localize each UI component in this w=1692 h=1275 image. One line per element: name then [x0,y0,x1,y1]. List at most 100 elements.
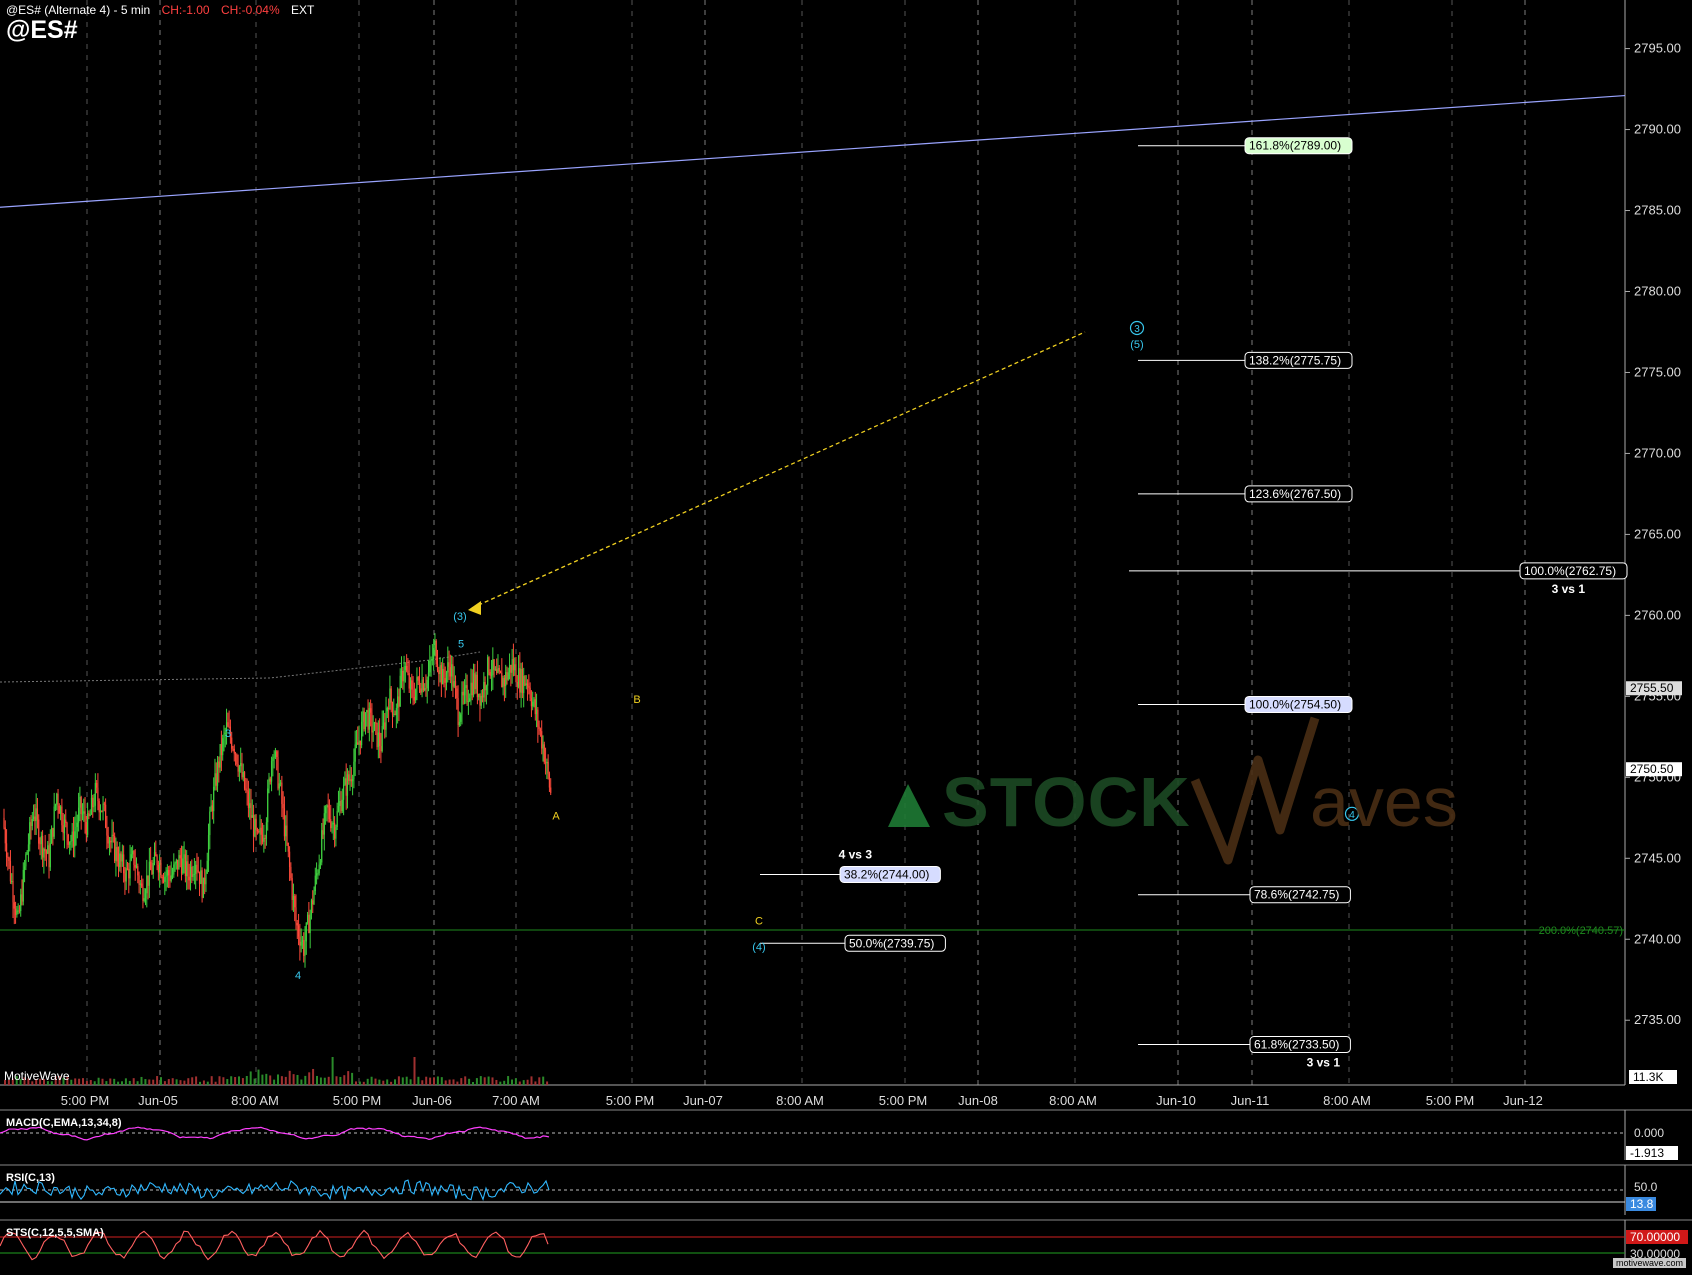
candle-body [44,849,46,852]
candle-body [424,688,426,691]
candle-body [514,664,516,671]
volume-bar [526,1079,529,1085]
candle-body [306,914,309,923]
candle-body [515,664,517,683]
candle-body [539,728,542,732]
volume-bar [503,1080,506,1085]
candle-body [214,773,216,787]
candle-body [215,773,217,786]
candle-body [471,682,473,696]
candle-body [237,764,239,772]
candle-body [117,861,120,868]
chart-canvas[interactable]: 2795.00 2790.00 2785.00 2780.00 2775.00 2770.… [0,0,1692,1270]
wave-label: 3 [225,728,231,740]
candle-body [8,857,10,861]
candle-body [503,678,506,687]
candle-body [394,713,396,716]
candle-body [332,822,334,825]
volume-bar [253,1078,256,1085]
time-tick-label: Jun-11 [1231,1093,1270,1108]
volume-bar [472,1081,474,1085]
candle-body [285,825,287,837]
candle-body [417,677,419,681]
candle-body [63,819,66,834]
volume-bar [121,1081,123,1085]
price-tick-label: 2780.00 [1634,283,1681,298]
candle-body [413,697,415,701]
rsi-value-label: 13.8 [1630,1197,1654,1211]
candle-body [330,818,332,829]
time-tick-label: 8:00 AM [1323,1093,1371,1108]
wave-label: C [755,916,763,928]
volume-bar [132,1078,135,1085]
candle-body [45,851,48,854]
candle-body [120,853,122,862]
candle-body [76,822,78,827]
candle-body [508,664,511,673]
candle-body [191,866,193,877]
candle-body [474,673,476,690]
candle-body [78,807,80,823]
volume-bar [78,1078,81,1085]
candle-body [370,708,372,713]
candle-body [310,900,313,915]
candle-body [352,778,354,782]
time-tick-label: Jun-07 [683,1093,723,1108]
stockwaves-logo: STOCK aves [888,716,1458,865]
volume-bar [347,1071,350,1085]
change-percent: CH:-0.04% [220,3,280,17]
candle-body [445,672,448,683]
candle-body [258,831,260,833]
candle-body [537,709,539,727]
candle-body [506,672,508,680]
wave-label: 5 [458,638,464,650]
candle-body [43,849,45,858]
candle-body [535,709,538,715]
candle-body [74,831,76,847]
candle-body [457,698,459,726]
candle-body [391,702,394,715]
candle-body [297,925,300,937]
candle-body [397,696,399,708]
volume-bar [97,1077,100,1085]
volume-bar [319,1077,322,1085]
logo-w-icon [1190,716,1320,865]
candle-body [295,907,297,923]
candle-body [337,805,340,812]
candle-body [510,664,512,673]
volume-bar [160,1077,162,1085]
candle-body [525,683,527,686]
candle-body [447,662,449,673]
candle-body [264,838,266,840]
candle-body [368,708,370,730]
candle-body [384,722,386,730]
volume-bar [491,1077,494,1085]
candle-body [30,822,32,827]
candle-body [489,672,491,676]
candle-body [335,826,337,839]
wave-label: 4 [295,970,301,982]
candle-body [511,659,513,673]
candle-body [300,941,302,946]
candle-body [53,806,55,837]
candle-body [546,761,548,764]
wave-label: B [633,694,640,706]
candle-body [435,640,437,665]
candle-body [157,864,159,873]
candle-body [269,778,271,782]
macd-zero-label: 0.000 [1634,1126,1664,1140]
candle-body [173,864,175,875]
volume-bar [210,1076,213,1085]
candle-body [493,659,495,670]
candle-body [206,860,208,874]
volume-bar [460,1078,463,1085]
time-tick-label: Jun-10 [1156,1093,1196,1108]
price-tick-label: 2735.00 [1634,1012,1681,1027]
candle-body [449,667,451,677]
volume-bar [456,1081,459,1085]
candle-body [340,800,342,812]
volume-bar [331,1057,334,1085]
candle-body [183,854,185,859]
chart-area[interactable]: 2795.00 2790.00 2785.00 2780.00 2775.00 2770.… [0,0,1692,1270]
candle-body [49,843,51,868]
